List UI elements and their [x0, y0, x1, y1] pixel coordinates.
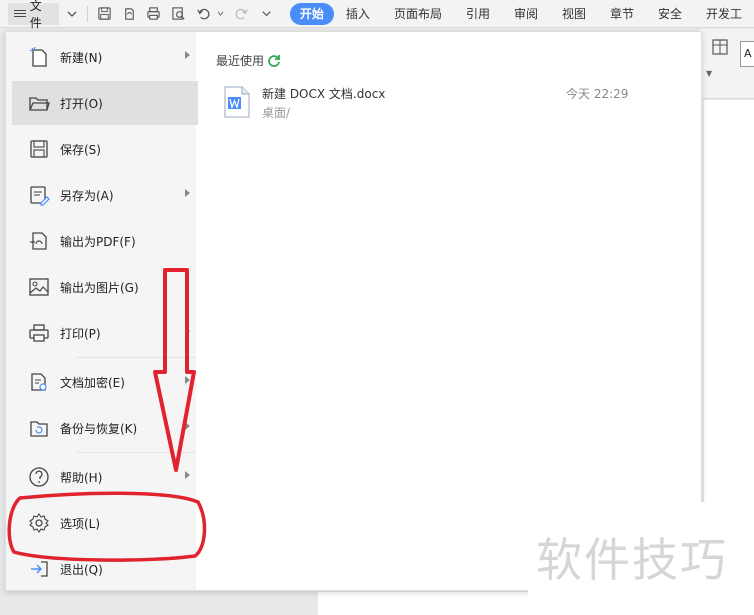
- customize-toolbar-icon[interactable]: [255, 3, 277, 25]
- encrypt-doc-icon: [26, 369, 52, 395]
- export-icon[interactable]: [119, 3, 141, 25]
- save-icon: [26, 136, 52, 162]
- file-menu-button[interactable]: 文件: [8, 0, 60, 30]
- tab-insert[interactable]: 插入: [334, 3, 382, 25]
- tab-developer[interactable]: 开发工: [694, 3, 754, 25]
- new-doc-icon: [26, 44, 52, 70]
- folder-open-icon: [26, 90, 52, 116]
- menu-divider: [76, 452, 196, 453]
- ribbon-tabs: 开始 插入 页面布局 引用 审阅 视图 章节 安全 开发工: [289, 2, 754, 25]
- table-icon[interactable]: [712, 39, 728, 55]
- recent-file-name: 新建 DOCX 文档.docx: [262, 87, 386, 101]
- recent-files-title: 最近使用: [216, 54, 265, 68]
- export-pdf-icon: [26, 228, 52, 254]
- menu-item-save-as[interactable]: 另存为(A): [12, 173, 198, 217]
- menu-item-open[interactable]: 打开(O): [12, 81, 198, 125]
- file-menu-list: 新建(N) 打开(O) 保存(S) 另存为(A) 输出为PDF(F) 输出为图片…: [6, 32, 198, 591]
- help-icon: [26, 464, 52, 490]
- save-as-icon: [26, 182, 52, 208]
- menu-item-exit[interactable]: 退出(Q): [12, 547, 198, 591]
- backup-restore-icon: [26, 415, 52, 441]
- tab-page-layout[interactable]: 页面布局: [382, 3, 454, 25]
- recent-file-path: 桌面/: [262, 106, 291, 120]
- menu-item-backup-restore[interactable]: 备份与恢复(K): [12, 406, 198, 450]
- menu-item-export-image[interactable]: 输出为图片(G): [12, 265, 198, 309]
- refresh-icon[interactable]: [267, 54, 281, 68]
- exit-icon: [26, 556, 52, 582]
- submenu-arrow-icon: [185, 327, 190, 335]
- menu-item-save[interactable]: 保存(S): [12, 127, 198, 171]
- quick-access-toolbar: 文件 开始 插入 页面布局 引用 审阅 视图 章节 安全 开发工: [0, 0, 754, 30]
- export-image-icon: [26, 274, 52, 300]
- redo-icon[interactable]: [231, 3, 253, 25]
- chevron-down-icon[interactable]: [63, 3, 81, 25]
- tab-review[interactable]: 审阅: [502, 3, 550, 25]
- submenu-arrow-icon: [185, 422, 190, 430]
- recent-file-time: 今天 22:29: [566, 87, 629, 101]
- toolbar-separator: [86, 5, 88, 22]
- watermark-text: 软件技巧: [536, 533, 728, 587]
- menu-item-print[interactable]: 打印(P): [12, 311, 198, 355]
- ribbon-dropdown-icon[interactable]: ▼: [706, 69, 712, 78]
- submenu-arrow-icon: [185, 376, 190, 384]
- font-style-button[interactable]: A: [740, 41, 754, 67]
- tab-section[interactable]: 章节: [598, 3, 646, 25]
- save-icon[interactable]: [94, 3, 116, 25]
- undo-icon[interactable]: [192, 3, 214, 25]
- tab-view[interactable]: 视图: [550, 3, 598, 25]
- menu-item-new[interactable]: 新建(N): [12, 35, 198, 79]
- menu-item-options[interactable]: 选项(L): [12, 501, 198, 545]
- recent-file-item[interactable]: 新建 DOCX 文档.docx 桌面/ 今天 22:29: [218, 80, 638, 124]
- tab-references[interactable]: 引用: [454, 3, 502, 25]
- tab-home[interactable]: 开始: [289, 2, 334, 25]
- submenu-arrow-icon: [185, 51, 190, 59]
- word-doc-icon: [224, 86, 250, 118]
- menu-item-export-pdf[interactable]: 输出为PDF(F): [12, 219, 198, 263]
- hamburger-icon: [14, 8, 26, 19]
- recent-files-header: 最近使用: [216, 52, 281, 69]
- menu-item-help[interactable]: 帮助(H): [12, 455, 198, 499]
- menu-divider: [76, 357, 196, 358]
- gear-icon: [26, 510, 52, 536]
- undo-dropdown-icon[interactable]: [217, 3, 225, 25]
- tab-security[interactable]: 安全: [646, 3, 694, 25]
- print-icon[interactable]: [143, 3, 165, 25]
- print-icon: [26, 320, 52, 346]
- submenu-arrow-icon: [185, 471, 190, 479]
- file-menu-label: 文件: [29, 0, 42, 30]
- ribbon-partial: A ▼: [700, 29, 754, 99]
- submenu-arrow-icon: [185, 189, 190, 197]
- menu-item-encrypt[interactable]: 文档加密(E): [12, 360, 198, 404]
- print-preview-icon[interactable]: [168, 3, 190, 25]
